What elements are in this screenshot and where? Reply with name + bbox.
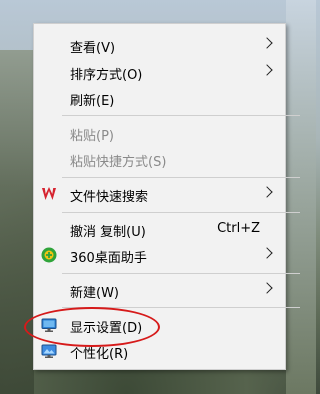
wps-logo-icon: [41, 186, 57, 202]
menu-item-refresh[interactable]: 刷新(E): [34, 85, 285, 111]
menu-separator: [62, 307, 300, 308]
menu-item-sort-by[interactable]: 排序方式(O): [34, 59, 285, 85]
menu-item-paste-shortcut[interactable]: 粘贴快捷方式(S): [34, 146, 285, 172]
menu-item-undo-copy[interactable]: 撤消 复制(U) Ctrl+Z: [34, 216, 285, 242]
desktop-background-sky: [286, 0, 316, 394]
menu-item-view[interactable]: 查看(V): [34, 32, 285, 58]
chevron-right-icon: [261, 247, 273, 259]
chevron-right-icon: [261, 37, 273, 49]
menu-item-label: 新建(W): [70, 286, 119, 301]
menu-item-label: 粘贴(P): [70, 129, 114, 144]
menu-separator: [62, 115, 300, 116]
chevron-right-icon: [261, 282, 273, 294]
display-settings-icon: [41, 317, 57, 333]
menu-item-label: 文件快速搜索: [70, 190, 149, 205]
personalize-icon: [41, 343, 57, 359]
menu-item-label: 排序方式(O): [70, 68, 143, 83]
menu-item-label: 刷新(E): [70, 94, 115, 109]
menu-item-label: 显示设置(D): [70, 321, 143, 336]
menu-item-label: 360桌面助手: [70, 251, 147, 266]
menu-item-label: 撤消 复制(U): [70, 225, 146, 240]
menu-item-file-quick-search[interactable]: 文件快速搜索: [34, 181, 285, 207]
menu-item-paste[interactable]: 粘贴(P): [34, 120, 285, 146]
menu-separator: [62, 212, 300, 213]
menu-item-label: 查看(V): [70, 41, 116, 56]
shortcut-text: Ctrl+Z: [217, 221, 260, 236]
menu-item-label: 个性化(R): [70, 347, 129, 362]
chevron-right-icon: [261, 186, 273, 198]
menu-item-new[interactable]: 新建(W): [34, 277, 285, 303]
menu-item-display-settings[interactable]: 显示设置(D): [34, 312, 285, 338]
360-assistant-icon: [41, 247, 57, 263]
menu-item-label: 粘贴快捷方式(S): [70, 155, 167, 170]
chevron-right-icon: [261, 64, 273, 76]
menu-separator: [62, 273, 300, 274]
desktop-context-menu: 查看(V) 排序方式(O) 刷新(E) 粘贴(P) 粘贴快捷方式(S) 文件快速…: [33, 23, 300, 370]
menu-separator: [62, 177, 300, 178]
menu-item-personalize[interactable]: 个性化(R): [34, 338, 285, 364]
desktop-background-trees: [0, 50, 34, 394]
menu-item-360-desktop-assistant[interactable]: 360桌面助手: [34, 242, 285, 268]
